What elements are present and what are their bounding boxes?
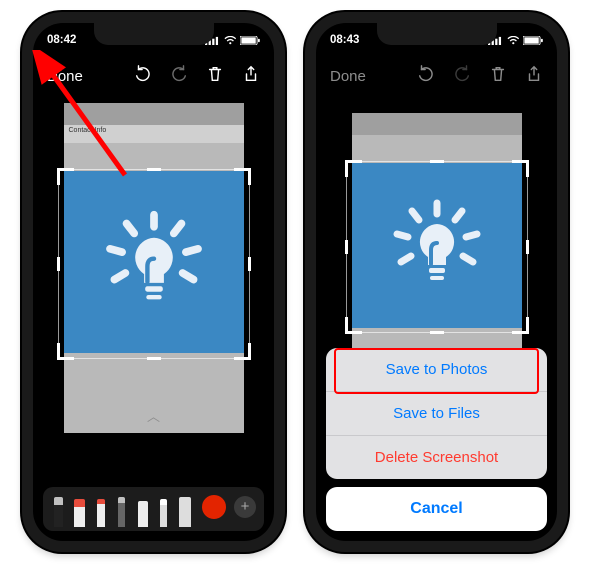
crop-frame[interactable]: [58, 169, 250, 359]
wifi-icon: [507, 36, 520, 45]
redo-icon: [170, 65, 188, 88]
tool-pencil[interactable]: [114, 493, 129, 527]
share-icon[interactable]: [242, 65, 260, 88]
crop-frame: [346, 161, 528, 333]
phone-right: 08:43 Done: [305, 12, 568, 552]
wifi-icon: [224, 36, 237, 45]
markup-toolbar: +: [43, 487, 264, 531]
screenshot-canvas[interactable]: Contact Info: [61, 103, 246, 461]
tool-eraser[interactable]: [135, 493, 150, 527]
trash-icon[interactable]: [206, 65, 224, 88]
screenshot-header: Contact Info: [64, 125, 244, 143]
redo-icon: [453, 65, 471, 88]
option-delete-screenshot[interactable]: Delete Screenshot: [326, 436, 547, 479]
cancel-button[interactable]: Cancel: [326, 487, 547, 531]
phone-left: 08:42 Done Contact Info: [22, 12, 285, 552]
share-icon: [525, 65, 543, 88]
add-button[interactable]: +: [234, 496, 256, 518]
screenshot-canvas: [344, 113, 529, 341]
action-sheet: Save to Photos Save to Files Delete Scre…: [326, 348, 547, 531]
status-time: 08:43: [330, 34, 359, 46]
battery-icon: [523, 36, 543, 45]
notch: [94, 23, 214, 45]
done-button[interactable]: Done: [47, 68, 83, 85]
done-button: Done: [330, 68, 366, 85]
trash-icon: [489, 65, 507, 88]
tool-marker[interactable]: [72, 493, 87, 527]
option-save-to-photos[interactable]: Save to Photos: [326, 348, 547, 392]
battery-icon: [240, 36, 260, 45]
status-time: 08:42: [47, 34, 76, 46]
option-save-to-files[interactable]: Save to Files: [326, 392, 547, 436]
chevron-up-icon: ︿: [64, 406, 244, 425]
undo-icon: [417, 65, 435, 88]
tool-lasso[interactable]: [156, 493, 171, 527]
nav-bar: Done: [316, 57, 557, 95]
undo-icon[interactable]: [134, 65, 152, 88]
notch: [377, 23, 497, 45]
nav-bar: Done: [33, 57, 274, 95]
tool-marker-thin[interactable]: [93, 493, 108, 527]
tool-ruler[interactable]: [177, 493, 192, 527]
tool-pen[interactable]: [51, 493, 66, 527]
color-swatch[interactable]: [202, 495, 226, 519]
